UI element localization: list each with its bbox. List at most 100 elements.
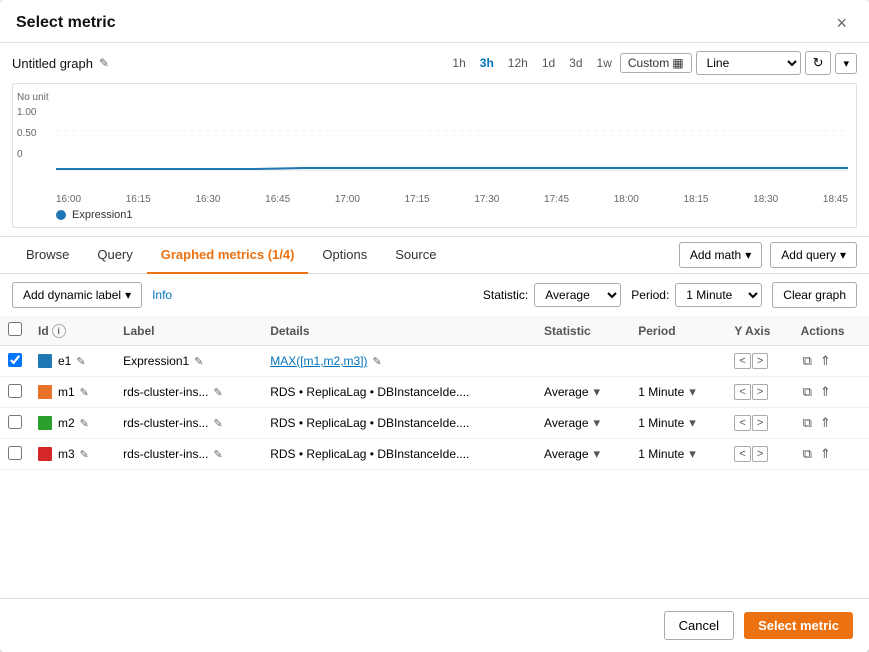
- time-btn-1d[interactable]: 1d: [536, 53, 561, 73]
- row-m2-actions-cell: ⧉ ⇑: [793, 408, 869, 439]
- chart-type-select[interactable]: Line Stacked area Number: [696, 51, 801, 75]
- row-e1-details-cell: MAX([m1,m2,m3]) ✎: [262, 346, 536, 377]
- clear-graph-button[interactable]: Clear graph: [772, 282, 857, 308]
- x-label-1615: 16:15: [126, 194, 151, 205]
- select-all-checkbox[interactable]: [8, 322, 22, 336]
- row-e1-label-cell: Expression1 ✎: [115, 346, 262, 377]
- select-metric-button[interactable]: Select metric: [744, 612, 853, 639]
- y-value-1: 1.00: [17, 107, 49, 118]
- row-m1-color: [38, 385, 52, 399]
- info-link[interactable]: Info: [152, 288, 172, 302]
- row-e1-yaxis-left[interactable]: <: [734, 353, 750, 369]
- row-m3-details: RDS • ReplicaLag • DBInstanceIde....: [270, 447, 469, 461]
- row-m2-label-edit-icon[interactable]: ✎: [213, 417, 222, 430]
- row-e1-yaxis-right[interactable]: >: [752, 353, 768, 369]
- row-m2-copy-button[interactable]: ⧉: [801, 413, 814, 433]
- row-m1-yaxis-right[interactable]: >: [752, 384, 768, 400]
- row-m2-yaxis-left[interactable]: <: [734, 415, 750, 431]
- graph-dropdown-button[interactable]: ▾: [835, 53, 857, 74]
- add-math-button[interactable]: Add math ▾: [679, 242, 762, 268]
- row-m3-edit-icon[interactable]: ✎: [80, 448, 89, 461]
- statistic-select[interactable]: Average Sum Minimum Maximum: [534, 283, 621, 307]
- row-e1-label: Expression1: [123, 354, 189, 368]
- tab-graphed-metrics[interactable]: Graphed metrics (1/4): [147, 237, 309, 274]
- row-m1-copy-button[interactable]: ⧉: [801, 382, 814, 402]
- row-m3-statistic-cell: Average ▾: [536, 439, 630, 470]
- row-e1-yaxis-cell: < >: [726, 346, 792, 377]
- row-m2-move-up-button[interactable]: ⇑: [818, 413, 833, 433]
- time-btn-3h[interactable]: 3h: [474, 53, 500, 73]
- y-value-3: 0: [17, 149, 49, 160]
- row-m3-period-dropdown[interactable]: ▾: [687, 444, 698, 464]
- tab-browse[interactable]: Browse: [12, 237, 83, 274]
- refresh-icon: ↻: [813, 55, 824, 70]
- row-m1-edit-icon[interactable]: ✎: [80, 386, 89, 399]
- time-btn-1h[interactable]: 1h: [446, 53, 471, 73]
- close-button[interactable]: ×: [830, 12, 853, 34]
- row-m1-move-up-button[interactable]: ⇑: [818, 382, 833, 402]
- y-unit-label: No unit: [17, 92, 49, 103]
- row-m1-label-edit-icon[interactable]: ✎: [213, 386, 222, 399]
- row-m2-statistic-dropdown[interactable]: ▾: [592, 413, 603, 433]
- chart-legend: Expression1: [56, 209, 848, 221]
- row-m2-checkbox[interactable]: [8, 415, 22, 429]
- time-btn-1w[interactable]: 1w: [591, 53, 618, 73]
- row-m2-period-dropdown[interactable]: ▾: [687, 413, 698, 433]
- row-m2-yaxis-right[interactable]: >: [752, 415, 768, 431]
- tab-source[interactable]: Source: [381, 237, 450, 274]
- graph-name-edit-icon[interactable]: ✎: [99, 56, 109, 70]
- x-label-1645: 16:45: [265, 194, 290, 205]
- row-m2-color: [38, 416, 52, 430]
- row-e1-checkbox[interactable]: [8, 353, 22, 367]
- refresh-button[interactable]: ↻: [805, 51, 832, 75]
- col-header-details: Details: [262, 316, 536, 346]
- period-select[interactable]: 1 Minute 5 Minutes 1 Hour: [675, 283, 762, 307]
- graph-toolbar: Untitled graph ✎ 1h 3h 12h 1d 3d 1w Cust…: [12, 51, 857, 75]
- row-m3-label-edit-icon[interactable]: ✎: [213, 448, 222, 461]
- row-m3-statistic-dropdown[interactable]: ▾: [592, 444, 603, 464]
- row-e1-move-up-button[interactable]: ⇑: [818, 351, 833, 371]
- row-e1-edit-icon[interactable]: ✎: [76, 355, 85, 368]
- custom-calendar-icon: ▦: [672, 56, 683, 70]
- metrics-table: Id i Label Details Statistic Period Y Ax…: [0, 316, 869, 470]
- metrics-toolbar: Add dynamic label ▾ Info Statistic: Aver…: [0, 274, 869, 316]
- time-btn-3d[interactable]: 3d: [563, 53, 588, 73]
- dynamic-label-dropdown-icon: ▾: [125, 288, 131, 302]
- row-m1-yaxis-cell: < >: [726, 377, 792, 408]
- tab-options[interactable]: Options: [308, 237, 381, 274]
- row-m3-actions-cell: ⧉ ⇑: [793, 439, 869, 470]
- add-dynamic-label-button[interactable]: Add dynamic label ▾: [12, 282, 142, 308]
- modal-footer: Cancel Select metric: [0, 598, 869, 652]
- row-m1-statistic-dropdown[interactable]: ▾: [592, 382, 603, 402]
- row-m1-checkbox[interactable]: [8, 384, 22, 398]
- chart-x-labels: 16:00 16:15 16:30 16:45 17:00 17:15 17:3…: [56, 194, 848, 205]
- row-m1-period-dropdown[interactable]: ▾: [687, 382, 698, 402]
- row-e1-copy-button[interactable]: ⧉: [801, 351, 814, 371]
- x-label-1830: 18:30: [753, 194, 778, 205]
- row-m3-yaxis-left[interactable]: <: [734, 446, 750, 462]
- row-e1-details-edit-icon[interactable]: ✎: [373, 355, 382, 368]
- row-m2-edit-icon[interactable]: ✎: [80, 417, 89, 430]
- row-m1-yaxis-left[interactable]: <: [734, 384, 750, 400]
- time-btn-custom[interactable]: Custom ▦: [620, 53, 692, 73]
- cancel-button[interactable]: Cancel: [664, 611, 734, 640]
- row-e1-expression[interactable]: MAX([m1,m2,m3]): [270, 354, 367, 368]
- row-m3-yaxis-right[interactable]: >: [752, 446, 768, 462]
- row-e1-label-edit-icon[interactable]: ✎: [194, 355, 203, 368]
- add-query-button[interactable]: Add query ▾: [770, 242, 857, 268]
- row-m1-details-cell: RDS • ReplicaLag • DBInstanceIde....: [262, 377, 536, 408]
- id-info-icon[interactable]: i: [52, 324, 66, 338]
- row-m1-period: 1 Minute: [638, 385, 684, 399]
- row-m2-statistic-cell: Average ▾: [536, 408, 630, 439]
- row-m3-checkbox[interactable]: [8, 446, 22, 460]
- legend-label-expression1: Expression1: [72, 209, 133, 221]
- tab-query[interactable]: Query: [83, 237, 146, 274]
- row-m3-period: 1 Minute: [638, 447, 684, 461]
- tab-actions: Add math ▾ Add query ▾: [679, 242, 857, 268]
- col-header-label: Label: [115, 316, 262, 346]
- row-m2-statistic: Average: [544, 416, 588, 430]
- row-m2-yaxis-cell: < >: [726, 408, 792, 439]
- time-btn-12h[interactable]: 12h: [502, 53, 534, 73]
- row-m3-move-up-button[interactable]: ⇑: [818, 444, 833, 464]
- row-m3-copy-button[interactable]: ⧉: [801, 444, 814, 464]
